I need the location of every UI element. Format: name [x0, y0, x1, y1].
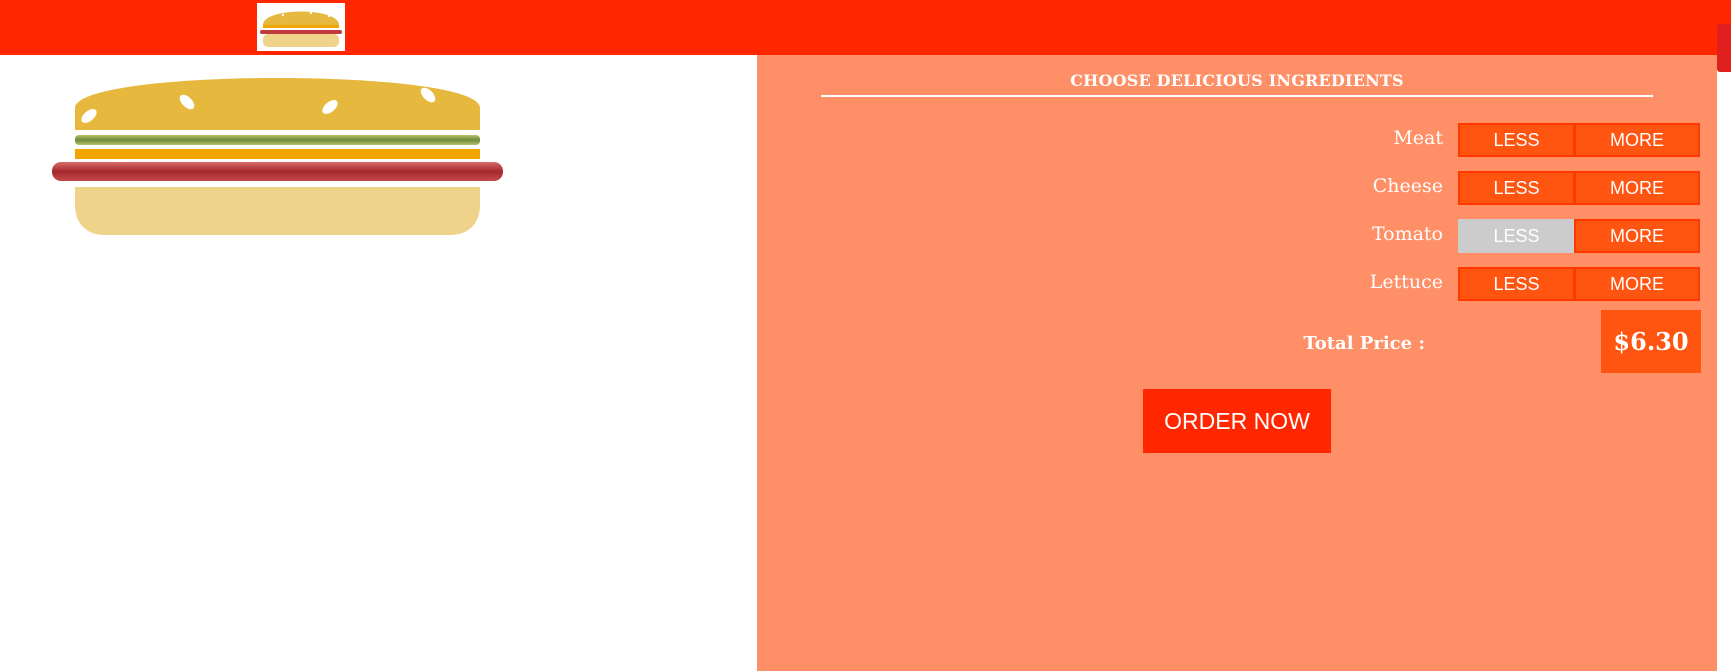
meat-less-button[interactable]: LESS	[1458, 123, 1575, 157]
meat-more-button[interactable]: MORE	[1574, 123, 1700, 157]
tomato-more-button[interactable]: MORE	[1574, 219, 1700, 253]
ingredient-label: Cheese	[1372, 175, 1443, 197]
panel-title: CHOOSE DELICIOUS INGREDIENTS	[821, 71, 1653, 97]
ingredient-row-tomato: Tomato LESS MORE	[757, 219, 1717, 255]
lettuce-less-button[interactable]: LESS	[1458, 267, 1575, 301]
total-price-value: $6.30	[1601, 310, 1701, 373]
ingredient-label: Tomato	[1371, 223, 1443, 245]
ingredient-label: Lettuce	[1369, 271, 1443, 293]
cheese-more-button[interactable]: MORE	[1574, 171, 1700, 205]
lettuce	[75, 135, 480, 145]
top-bun	[75, 78, 480, 130]
tomato	[52, 162, 503, 181]
ingredients-panel: CHOOSE DELICIOUS INGREDIENTS Meat LESS M…	[757, 55, 1717, 671]
tomato-less-button[interactable]: LESS	[1458, 219, 1575, 253]
bottom-bun	[75, 187, 480, 235]
cheese-less-button[interactable]: LESS	[1458, 171, 1575, 205]
total-price-label: Total Price :	[1303, 333, 1425, 354]
order-now-button[interactable]: ORDER NOW	[1143, 389, 1331, 453]
ingredient-row-lettuce: Lettuce LESS MORE	[757, 267, 1717, 303]
ingredient-row-meat: Meat LESS MORE	[757, 123, 1717, 159]
cheese	[75, 149, 480, 159]
ingredient-label: Meat	[1393, 127, 1443, 149]
scrollbar-thumb[interactable]	[1717, 24, 1731, 72]
burger-logo-icon[interactable]	[257, 3, 345, 51]
lettuce-more-button[interactable]: MORE	[1574, 267, 1700, 301]
burger-illustration	[52, 70, 506, 244]
ingredient-row-cheese: Cheese LESS MORE	[757, 171, 1717, 207]
header-bar	[0, 0, 1731, 55]
